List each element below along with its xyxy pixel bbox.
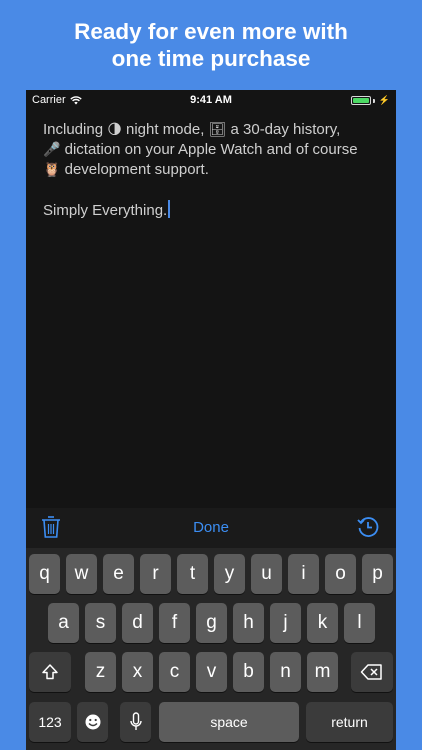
emoji-icon bbox=[85, 714, 100, 730]
shift-key[interactable] bbox=[29, 652, 71, 692]
note-paragraph-1: Including 🌗 night mode, 🗄 a 30-day histo… bbox=[43, 121, 358, 178]
delete-icon bbox=[360, 664, 382, 680]
key-x[interactable]: x bbox=[122, 652, 153, 692]
key-s[interactable]: s bbox=[85, 603, 116, 643]
charging-icon: ⚡ bbox=[378, 95, 390, 105]
key-l[interactable]: l bbox=[344, 603, 375, 643]
space-key[interactable]: space bbox=[159, 702, 299, 742]
numbers-key[interactable]: 123 bbox=[29, 702, 71, 742]
key-z[interactable]: z bbox=[85, 652, 116, 692]
key-a[interactable]: a bbox=[48, 603, 79, 643]
key-h[interactable]: h bbox=[233, 603, 264, 643]
key-g[interactable]: g bbox=[196, 603, 227, 643]
key-m[interactable]: m bbox=[307, 652, 338, 692]
key-d[interactable]: d bbox=[122, 603, 153, 643]
delete-key[interactable] bbox=[351, 652, 393, 692]
note-editor[interactable]: Including 🌗 night mode, 🗄 a 30-day histo… bbox=[43, 120, 383, 221]
key-u[interactable]: u bbox=[251, 554, 282, 594]
return-key[interactable]: return bbox=[306, 702, 393, 742]
key-c[interactable]: c bbox=[159, 652, 190, 692]
shift-icon bbox=[42, 664, 58, 680]
headline-line-1: Ready for even more with bbox=[74, 19, 348, 44]
key-p[interactable]: p bbox=[362, 554, 393, 594]
microphone-icon bbox=[129, 712, 142, 730]
editor-toolbar: Done bbox=[26, 508, 396, 548]
key-b[interactable]: b bbox=[233, 652, 264, 692]
key-f[interactable]: f bbox=[159, 603, 190, 643]
file-cabinet-icon: 🗄 bbox=[208, 122, 227, 138]
emoji-key[interactable] bbox=[77, 702, 108, 742]
note-paragraph-2: Simply Everything. bbox=[43, 200, 383, 221]
promo-headline: Ready for even more with one time purcha… bbox=[0, 18, 422, 72]
phone-screen: Carrier 9:41 AM ⚡ Including 🌗 night mode… bbox=[26, 90, 396, 750]
battery-indicator: ⚡ bbox=[350, 95, 390, 106]
status-bar: Carrier 9:41 AM ⚡ bbox=[26, 90, 396, 112]
key-o[interactable]: o bbox=[325, 554, 356, 594]
status-time: 9:41 AM bbox=[190, 94, 232, 106]
key-i[interactable]: i bbox=[288, 554, 319, 594]
microphone-key[interactable] bbox=[120, 702, 151, 742]
key-e[interactable]: e bbox=[103, 554, 134, 594]
key-v[interactable]: v bbox=[196, 652, 227, 692]
key-j[interactable]: j bbox=[270, 603, 301, 643]
moon-icon: 🌗 bbox=[107, 122, 122, 138]
key-k[interactable]: k bbox=[307, 603, 338, 643]
history-icon[interactable] bbox=[357, 516, 379, 538]
done-button[interactable]: Done bbox=[26, 519, 396, 536]
microphone-emoji-icon: 🎤 bbox=[43, 142, 61, 158]
text-cursor bbox=[168, 200, 171, 218]
key-w[interactable]: w bbox=[66, 554, 97, 594]
key-y[interactable]: y bbox=[214, 554, 245, 594]
key-n[interactable]: n bbox=[270, 652, 301, 692]
key-r[interactable]: r bbox=[140, 554, 171, 594]
key-q[interactable]: q bbox=[29, 554, 60, 594]
key-t[interactable]: t bbox=[177, 554, 208, 594]
keyboard: q w e r t y u i o p a s d f g h j k l z … bbox=[26, 548, 396, 750]
headline-line-2: one time purchase bbox=[111, 46, 311, 71]
owl-icon: 🦉 bbox=[43, 162, 61, 178]
battery-icon bbox=[350, 96, 371, 105]
